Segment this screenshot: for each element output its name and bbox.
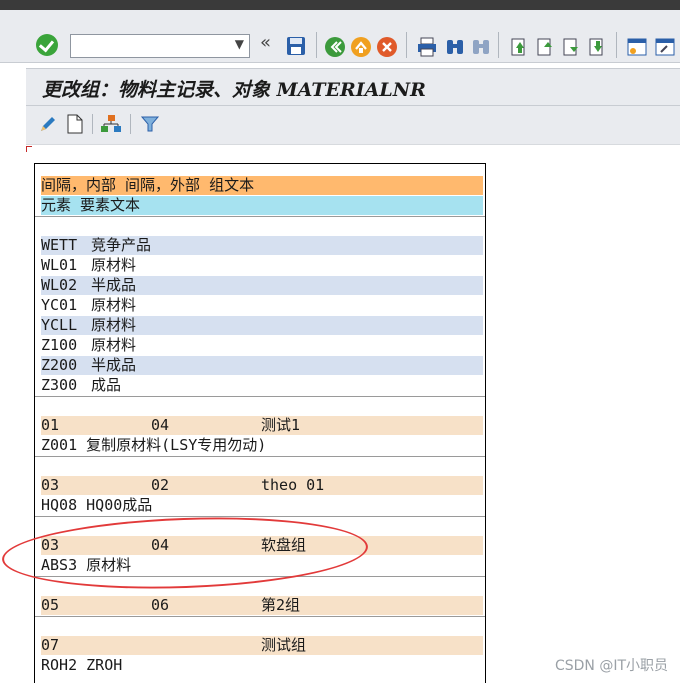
list-item[interactable]: WL02 半成品 xyxy=(41,276,483,295)
list-item[interactable]: Z100 原材料 xyxy=(41,336,483,355)
find-next-icon[interactable] xyxy=(470,36,492,58)
group-row[interactable]: 05 06 第2组 xyxy=(41,596,483,615)
group-block: 07 测试组 ROH2 ZROH xyxy=(35,616,485,683)
create-document-icon[interactable] xyxy=(66,114,84,134)
chevron-down-icon[interactable]: ▼ xyxy=(235,37,244,51)
first-page-icon[interactable] xyxy=(508,36,530,58)
create-shortcut-icon[interactable] xyxy=(654,36,676,58)
toolbar-separator xyxy=(616,32,617,58)
toolbar-separator xyxy=(130,114,131,134)
standard-toolbar: ▼ « xyxy=(0,10,680,63)
list-item[interactable]: WL01 原材料 xyxy=(41,256,483,275)
toolbar-separator xyxy=(316,32,317,58)
group-element-row[interactable]: Z001 复制原材料(LSY专用勿动) xyxy=(41,436,483,455)
non-assigned-elements: WETT 竞争产品 WL01 原材料 WL02 半成品 YC01 原材料 YCLL 原材料… xyxy=(35,216,485,397)
list-item[interactable]: YCLL 原材料 xyxy=(41,316,483,335)
application-toolbar xyxy=(26,106,680,145)
page-title: 更改组：物料主记录、对象 MATERIALNR xyxy=(42,79,426,101)
toolbar-separator xyxy=(92,114,93,134)
watermark: CSDN @IT小职员 xyxy=(554,658,668,674)
list-header: 间隔，内部 间隔，外部 组文本 元素 要素文本 xyxy=(35,164,485,217)
list-item[interactable]: YC01 原材料 xyxy=(41,296,483,315)
group-element-row[interactable]: HQ08 HQ00成品 xyxy=(41,496,483,515)
group-element-row[interactable]: ROH2 ZROH xyxy=(41,656,483,675)
list-item[interactable]: Z300 成品 xyxy=(41,376,483,395)
previous-page-icon[interactable] xyxy=(534,36,556,58)
save-icon[interactable] xyxy=(286,36,308,58)
group-row[interactable]: 01 04 测试1 xyxy=(41,416,483,435)
cursor-marker xyxy=(26,146,32,152)
header-row-intervals: 间隔，内部 间隔，外部 组文本 xyxy=(41,176,483,195)
group-row[interactable]: 07 测试组 xyxy=(41,636,483,655)
enter-checkmark-icon[interactable] xyxy=(36,34,58,56)
toolbar-separator xyxy=(498,32,499,58)
exit-icon[interactable] xyxy=(350,36,372,58)
filter-icon[interactable] xyxy=(140,114,160,134)
back-icon[interactable] xyxy=(324,36,346,58)
new-session-icon[interactable] xyxy=(626,36,648,58)
next-page-icon[interactable] xyxy=(560,36,582,58)
print-icon[interactable] xyxy=(416,36,438,58)
last-page-icon[interactable] xyxy=(586,36,608,58)
toolbar-separator xyxy=(406,32,407,58)
header-row-elements: 元素 要素文本 xyxy=(41,196,483,215)
cancel-icon[interactable] xyxy=(376,36,398,58)
window-top-strip xyxy=(0,0,680,10)
group-block: 01 04 测试1 Z001 复制原材料(LSY专用勿动) xyxy=(35,396,485,457)
command-field[interactable]: ▼ xyxy=(70,34,250,58)
hierarchy-icon[interactable] xyxy=(100,114,122,134)
find-icon[interactable] xyxy=(444,36,466,58)
group-row[interactable]: 03 02 theo 01 xyxy=(41,476,483,495)
list-item[interactable]: WETT 竞争产品 xyxy=(41,236,483,255)
collapse-command-icon[interactable]: « xyxy=(260,32,271,53)
number-range-group-list: 间隔，内部 间隔，外部 组文本 元素 要素文本 WETT 竞争产品 WL01 原材料… xyxy=(34,163,486,683)
change-pencil-icon[interactable] xyxy=(38,114,58,134)
list-item[interactable]: Z200 半成品 xyxy=(41,356,483,375)
group-block: 03 02 theo 01 HQ08 HQ00成品 xyxy=(35,456,485,517)
screen-title-bar: 更改组：物料主记录、对象 MATERIALNR xyxy=(26,68,680,106)
